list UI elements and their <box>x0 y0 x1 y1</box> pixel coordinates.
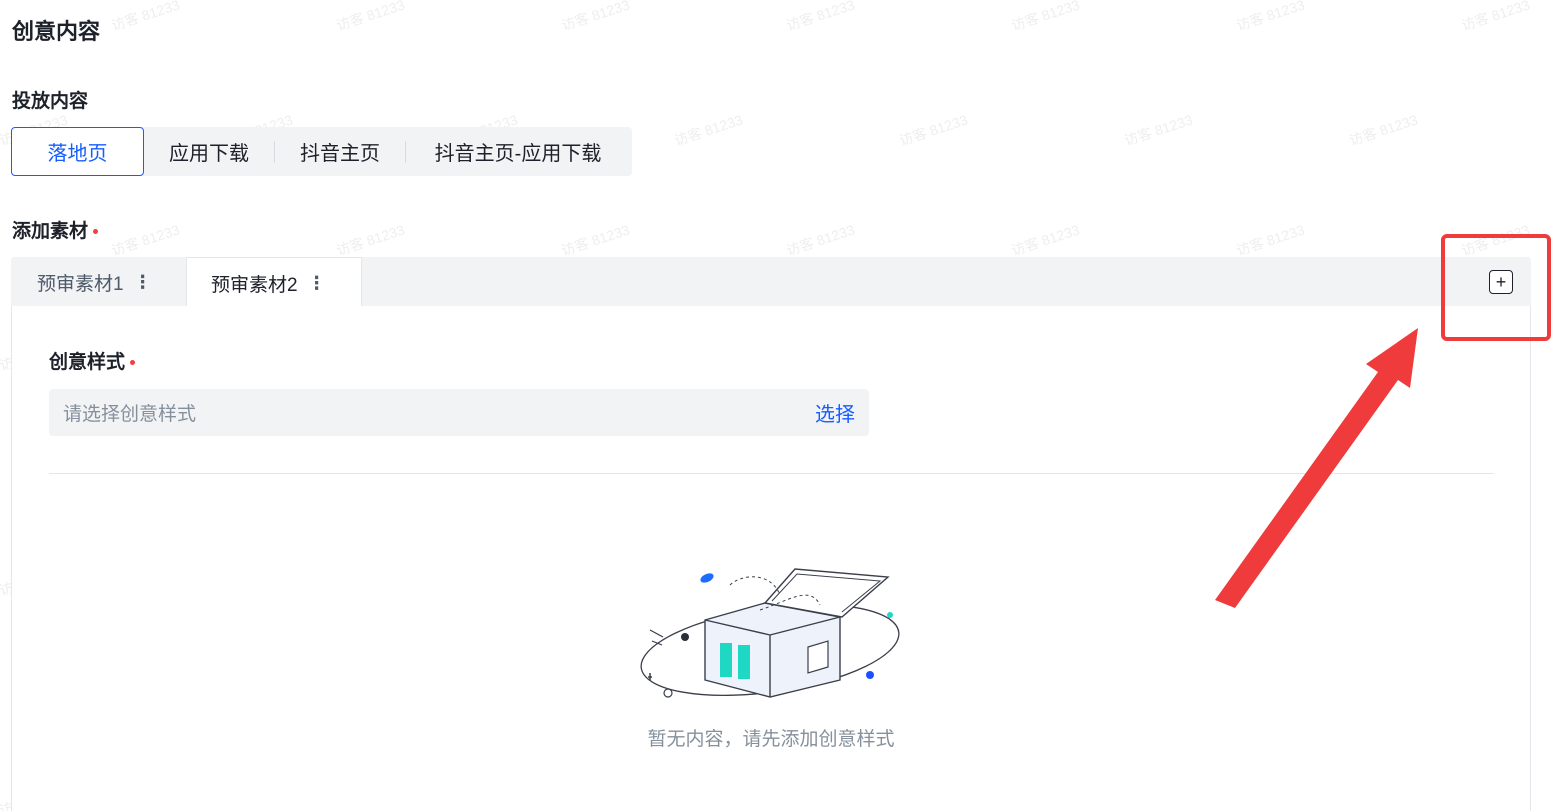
creative-style-label-text: 创意样式 <box>49 352 126 373</box>
required-indicator <box>130 360 136 366</box>
watermark-text: 访客 81233 <box>1234 221 1307 259</box>
open-box-illustration <box>640 568 900 698</box>
add-material-label: 添加素材 <box>12 216 99 243</box>
annotation-arrow-icon <box>1215 328 1418 608</box>
watermark-text: 访客 81233 <box>1234 0 1307 34</box>
watermark-text: 访客 81233 <box>897 111 970 149</box>
watermark-text: 访客 81233 <box>672 111 745 149</box>
watermark-text: 访客 81233 <box>1009 221 1082 259</box>
delivery-content-label: 投放内容 <box>12 91 89 112</box>
tab-material-1[interactable]: 预审素材1 ⋮ <box>11 257 186 307</box>
delivery-content-segmented-control: 落地页 应用下载 抖音主页 抖音主页-应用下载 <box>11 127 632 176</box>
watermark-text: 访客 81233 <box>334 221 407 259</box>
watermark-text: 访客 81233 <box>1347 111 1420 149</box>
tab-material-2[interactable]: 预审素材2 ⋮ <box>186 257 362 308</box>
watermark-text: 访客 81233 <box>1009 0 1082 34</box>
watermark-text: 访客 81233 <box>784 221 857 259</box>
tab-label: 预审素材2 <box>211 274 298 296</box>
more-vertical-icon[interactable]: ⋮ <box>134 273 152 291</box>
watermark-text: 访客 81233 <box>334 0 407 34</box>
annotation-highlight-box <box>1441 234 1551 341</box>
material-tabs-bar: 预审素材1 ⋮ 预审素材2 ⋮ <box>11 257 1531 308</box>
watermark-text: 访客 81233 <box>559 0 632 34</box>
empty-state-text: 暂无内容，请先添加创意样式 <box>647 729 895 750</box>
tab-label: 预审素材1 <box>37 273 124 295</box>
watermark-text: 访客 81233 <box>1459 0 1532 34</box>
add-material-label-text: 添加素材 <box>12 221 89 242</box>
watermark-text: 访客 81233 <box>784 0 857 34</box>
select-creative-style-button[interactable]: 选择 <box>815 398 855 427</box>
more-vertical-icon[interactable]: ⋮ <box>308 274 326 292</box>
segment-douyin-homepage-app-download[interactable]: 抖音主页-应用下载 <box>406 127 630 176</box>
creative-style-input[interactable]: 请选择创意样式 选择 <box>49 389 869 436</box>
watermark-text: 访客 81233 <box>559 221 632 259</box>
segment-app-download[interactable]: 应用下载 <box>144 127 274 176</box>
section-title: 创意内容 <box>12 19 101 44</box>
watermark-text: 访客 81233 <box>109 221 182 259</box>
segment-landing-page[interactable]: 落地页 <box>11 127 144 176</box>
watermark-text: 访客 81233 <box>109 0 182 34</box>
required-indicator <box>93 229 99 235</box>
creative-style-label: 创意样式 <box>49 347 136 374</box>
creative-style-placeholder: 请选择创意样式 <box>63 404 197 425</box>
watermark-text: 访客 81233 <box>1122 111 1195 149</box>
segment-douyin-homepage[interactable]: 抖音主页 <box>275 127 405 176</box>
